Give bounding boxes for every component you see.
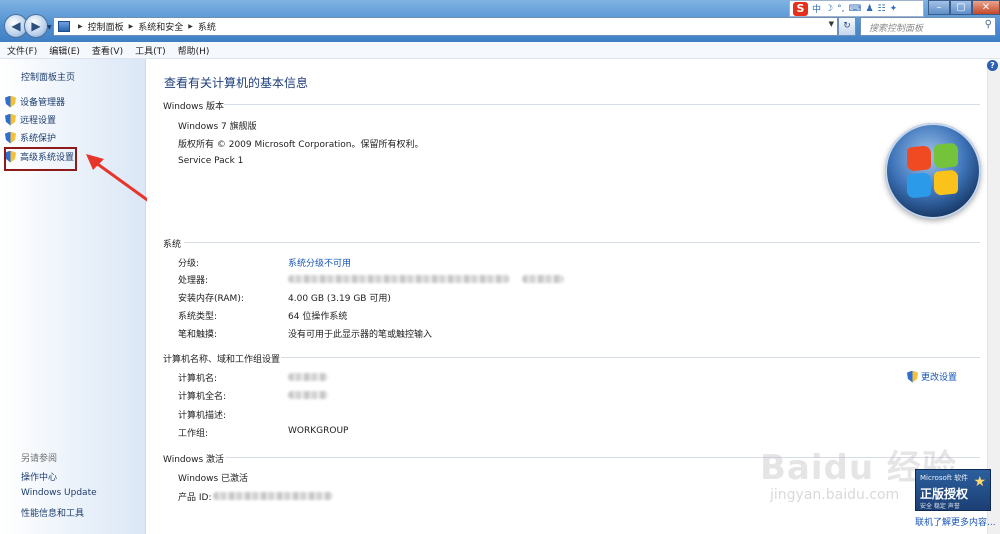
minimize-button[interactable]: – <box>928 0 950 15</box>
menu-bar: 文件(F) 编辑(E) 查看(V) 工具(T) 帮助(H) <box>0 42 1000 59</box>
shield-icon <box>5 131 16 144</box>
sogou-logo-icon[interactable]: S <box>793 1 808 16</box>
sidebar-item-system-protection[interactable]: 系统保护 <box>5 131 56 144</box>
chevron-right-icon[interactable]: ▶ <box>78 23 83 30</box>
keyboard-icon[interactable]: ⌨ <box>848 4 861 14</box>
performance-tools-link[interactable]: 性能信息和工具 <box>21 506 84 519</box>
full-name-label: 计算机全名: <box>178 392 227 402</box>
section-heading-edition: Windows 版本 <box>163 102 225 112</box>
windows-update-link[interactable]: Windows Update <box>21 488 97 498</box>
sidebar-item-label: 系统保护 <box>20 134 57 144</box>
rating-label: 分级: <box>178 259 200 269</box>
ime-chinese-toggle[interactable]: 中 <box>812 2 821 15</box>
help-icon[interactable]: ? <box>987 60 998 71</box>
menu-view[interactable]: 查看(V) <box>92 44 123 57</box>
divider <box>184 242 980 243</box>
shield-icon <box>907 370 918 383</box>
menu-tools[interactable]: 工具(T) <box>135 44 166 57</box>
change-settings-label: 更改设置 <box>921 373 958 383</box>
search-placeholder: 搜索控制面板 <box>869 24 924 34</box>
refresh-button[interactable]: ↻ <box>838 17 856 36</box>
processor-label: 处理器: <box>178 276 209 286</box>
product-id-label: 产品 ID: <box>178 493 212 503</box>
activation-status: Windows 已激活 <box>178 474 249 484</box>
forward-button[interactable]: ▶ <box>24 14 48 38</box>
control-panel-icon <box>58 21 70 32</box>
system-type-label: 系统类型: <box>178 312 218 322</box>
windows-flag-icon <box>907 142 959 199</box>
genuine-title: 正版授权 <box>920 487 969 501</box>
left-task-pane: 控制面板主页 设备管理器 远程设置 系统保护 高级系统设置 另请参阅 操作中心 … <box>0 59 146 534</box>
windows-logo <box>885 123 981 219</box>
punctuation-icon[interactable]: °, <box>837 4 844 14</box>
menu-help[interactable]: 帮助(H) <box>178 44 210 57</box>
divider <box>281 357 980 358</box>
ram-value: 4.00 GB (3.19 GB 可用) <box>288 294 391 304</box>
computer-name-redacted <box>288 373 328 381</box>
sidebar-item-label: 远程设置 <box>20 116 57 126</box>
star-icon: ★ <box>973 474 986 490</box>
highlight-box <box>4 147 77 171</box>
breadcrumb-control-panel[interactable]: 控制面板 <box>88 20 124 33</box>
breadcrumb-system-security[interactable]: 系统和安全 <box>138 20 183 33</box>
copyright-text: 版权所有 © 2009 Microsoft Corporation。保留所有权利… <box>178 140 424 150</box>
product-id-redacted <box>213 492 333 500</box>
change-settings-link[interactable]: 更改设置 <box>907 370 957 383</box>
section-heading-system: 系统 <box>163 240 182 250</box>
search-input[interactable]: 搜索控制面板 ⚲ <box>860 17 996 36</box>
learn-more-link[interactable]: 联机了解更多内容... <box>915 515 996 528</box>
full-name-redacted <box>288 391 328 399</box>
processor-value-redacted <box>288 275 510 283</box>
chevron-right-icon[interactable]: ▶ <box>129 23 134 30</box>
control-panel-home-link[interactable]: 控制面板主页 <box>21 70 75 83</box>
description-label: 计算机描述: <box>178 411 227 421</box>
genuine-subtitle: 安全 稳定 声誉 <box>920 503 960 510</box>
pen-touch-label: 笔和触摸: <box>178 330 218 340</box>
vertical-scrollbar[interactable] <box>987 62 1000 534</box>
close-button[interactable]: ✕ <box>972 0 1000 15</box>
rating-link[interactable]: 系统分级不可用 <box>288 256 351 269</box>
shield-icon <box>5 95 16 108</box>
genuine-software-badge: Microsoft 软件 正版授权 安全 稳定 声誉 ★ <box>915 469 991 511</box>
address-dropdown-icon[interactable]: ▼ <box>829 20 834 28</box>
search-icon[interactable]: ⚲ <box>985 19 992 30</box>
genuine-small-text: Microsoft 软件 <box>920 474 969 482</box>
ram-label: 安装内存(RAM): <box>178 294 244 304</box>
menu-edit[interactable]: 编辑(E) <box>49 44 80 57</box>
skin-icon[interactable]: ♟ <box>865 4 873 14</box>
address-bar[interactable]: ▶ 控制面板 ▶ 系统和安全 ▶ 系统 ▼ <box>53 17 838 36</box>
workgroup-label: 工作组: <box>178 429 209 439</box>
pen-touch-value: 没有可用于此显示器的笔或触控输入 <box>288 330 433 340</box>
title-bar: ◀ ▶ ▼ ▶ 控制面板 ▶ 系统和安全 ▶ 系统 ▼ ↻ 搜索控制面板 ⚲ S… <box>0 0 1000 42</box>
edition-value: Windows 7 旗舰版 <box>178 122 257 132</box>
ime-toolbar[interactable]: S 中 ☽ °, ⌨ ♟ ☷ ✦ <box>789 0 924 17</box>
processor-speed-redacted <box>522 275 564 283</box>
breadcrumb-system[interactable]: 系统 <box>198 20 216 33</box>
chevron-right-icon[interactable]: ▶ <box>188 23 193 30</box>
system-type-value: 64 位操作系统 <box>288 312 348 322</box>
section-heading-computer-name: 计算机名称、域和工作组设置 <box>163 355 281 365</box>
sidebar-item-remote-settings[interactable]: 远程设置 <box>5 113 56 126</box>
sidebar-item-label: 设备管理器 <box>20 98 66 108</box>
see-also-heading: 另请参阅 <box>21 454 58 464</box>
maximize-button[interactable]: ▢ <box>950 0 972 15</box>
divider <box>224 104 980 105</box>
baidu-watermark-url: jingyan.baidu.com <box>770 487 900 503</box>
settings-wrench-icon[interactable]: ✦ <box>890 4 898 14</box>
computer-name-label: 计算机名: <box>178 374 218 384</box>
service-pack-value: Service Pack 1 <box>178 156 244 166</box>
shield-icon <box>5 113 16 126</box>
history-dropdown-icon[interactable]: ▼ <box>47 24 52 31</box>
sidebar-item-device-manager[interactable]: 设备管理器 <box>5 95 65 108</box>
page-title: 查看有关计算机的基本信息 <box>164 76 309 90</box>
menu-file[interactable]: 文件(F) <box>7 44 37 57</box>
action-center-link[interactable]: 操作中心 <box>21 470 57 483</box>
moon-icon[interactable]: ☽ <box>825 4 833 14</box>
workgroup-value: WORKGROUP <box>288 426 349 436</box>
section-heading-activation: Windows 激活 <box>163 455 225 465</box>
toolbox-icon[interactable]: ☷ <box>878 4 886 14</box>
